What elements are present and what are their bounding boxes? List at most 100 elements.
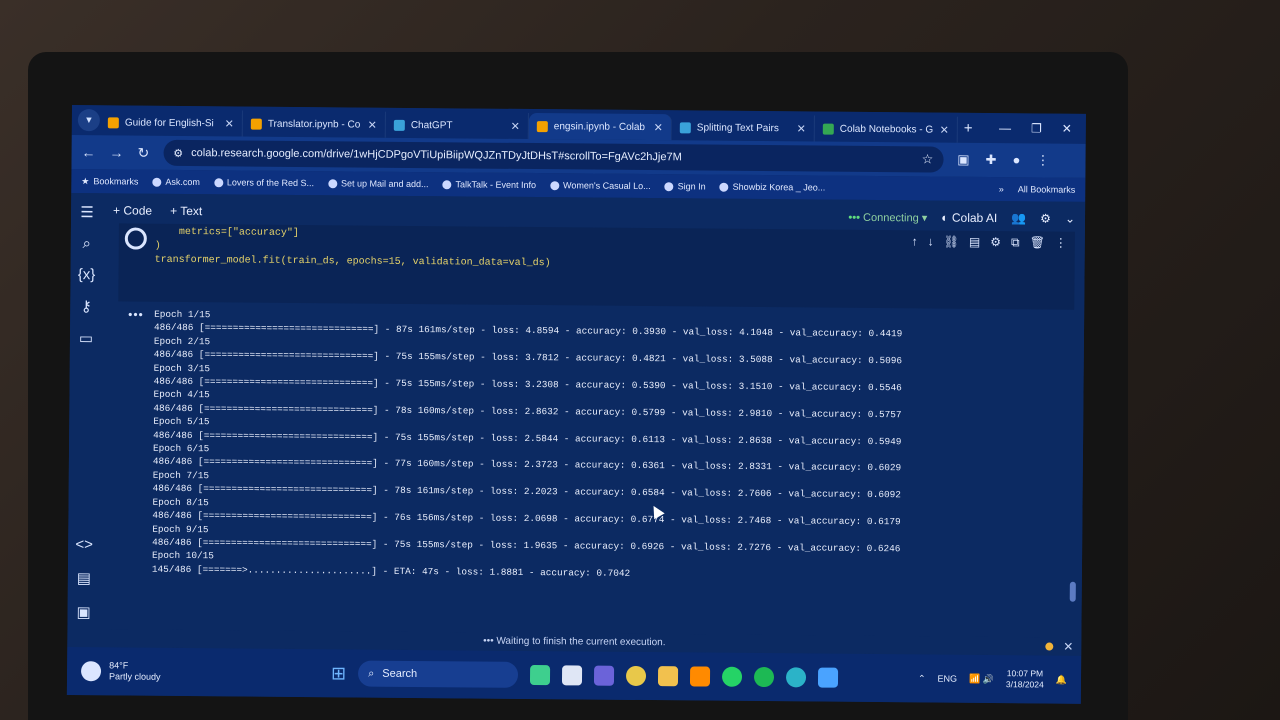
whatsapp-icon[interactable] (722, 666, 743, 687)
comment-icon[interactable]: ▤ (969, 235, 980, 250)
bookmark-item[interactable]: TalkTalk - Event Info (442, 179, 536, 190)
forward-icon[interactable]: → (110, 144, 124, 160)
extension-icon[interactable]: ▣ (957, 152, 969, 168)
tab[interactable]: Translator.ipynb - Co ✕ (242, 110, 386, 138)
terminal-icon[interactable]: ▣ (76, 603, 90, 621)
colab-sidebar: ☰ ⌕ {x} ⚷ ▭ <> ▤ ▣ (67, 193, 103, 629)
bookmark-item[interactable]: Ask.com (152, 177, 200, 187)
all-bookmarks-folder[interactable]: All Bookmarks (1018, 184, 1076, 195)
output-menu-icon[interactable]: ••• (128, 307, 144, 321)
tab-title: Translator.ipynb - Co (267, 118, 361, 131)
colab-ai-label: Colab AI (951, 210, 998, 226)
move-down-icon[interactable]: ↓ (928, 234, 934, 249)
tab[interactable]: Splitting Text Pairs ✕ (671, 114, 815, 142)
colab-ai-button[interactable]: ◐ Colab AI (941, 211, 997, 225)
command-palette-icon[interactable]: ▤ (77, 569, 91, 587)
link-icon[interactable]: ⛓ (944, 235, 959, 250)
tab-close-icon[interactable]: ✕ (797, 122, 806, 135)
search-icon[interactable]: ⌕ (83, 235, 92, 252)
reload-icon[interactable]: ↻ (138, 144, 150, 161)
bookmark-item[interactable]: Sign In (664, 181, 706, 192)
code-editor[interactable]: metrics=["accuracy"]) transformer_model.f… (155, 226, 551, 271)
taskbar-search[interactable]: ⌕ Search (358, 660, 519, 688)
run-cell-button[interactable] (124, 227, 147, 250)
bookmark-item[interactable]: Showbiz Korea _ Jeo... (719, 181, 826, 193)
minimize-icon[interactable]: — (999, 121, 1011, 135)
system-tray: ⌃ ENG 📶 🔊 10:07 PM 3/18/2024 🔔 (918, 667, 1067, 690)
file-explorer-icon[interactable] (658, 666, 679, 687)
tab-close-icon[interactable]: ✕ (654, 121, 663, 134)
bookmark-item[interactable]: Lovers of the Red S... (213, 177, 315, 189)
puzzle-icon[interactable]: ✚ (986, 152, 997, 168)
notifications-bell-icon[interactable]: 🔔 (1056, 674, 1067, 685)
url-input[interactable]: ⚙ colab.research.google.com/drive/1wHjCD… (163, 139, 944, 173)
laptop-screen: ▾ Guide for English-Si ✕ Translator.ipynb… (66, 105, 1086, 704)
wifi-volume-icon[interactable]: 📶 🔊 (969, 673, 994, 684)
tab[interactable]: Colab Notebooks - G ✕ (814, 115, 958, 143)
temperature: 84°F (109, 660, 129, 671)
restore-icon[interactable]: ❐ (1031, 121, 1042, 135)
bookmark-label: Showbiz Korea _ Jeo... (732, 181, 826, 193)
mirror-cell-icon[interactable]: ⧉ (1011, 235, 1020, 250)
language-indicator[interactable]: ENG (937, 674, 957, 684)
task-view-icon[interactable] (562, 665, 583, 686)
weather-widget[interactable]: 84°F Partly cloudy (80, 660, 331, 684)
tab-close-icon[interactable]: ✕ (940, 123, 949, 136)
bookmark-star-icon[interactable]: ☆ (922, 151, 934, 167)
vlc-icon[interactable] (690, 666, 711, 687)
bookmark-item[interactable]: Women's Casual Lo... (550, 180, 651, 191)
tab-favicon-icon (536, 120, 548, 132)
collapse-chevron-icon[interactable]: ⌄ (1065, 212, 1075, 226)
tab[interactable]: Guide for English-Si ✕ (99, 109, 243, 137)
tab-close-icon[interactable]: ✕ (225, 117, 234, 130)
bookmark-label: Lovers of the Red S... (226, 177, 315, 189)
tab-search-button[interactable]: ▾ (77, 109, 100, 132)
close-window-icon[interactable]: ✕ (1062, 122, 1072, 136)
notepad-icon[interactable] (818, 667, 839, 688)
cell-toolbar: ↑ ↓ ⛓ ▤ ⚙ ⧉ 🗑 ⋮ (912, 234, 1067, 250)
menu-icon[interactable]: ⋮ (1036, 152, 1049, 168)
clock[interactable]: 10:07 PM 3/18/2024 (1006, 668, 1044, 690)
more-bookmarks-icon[interactable]: » (999, 184, 1004, 194)
show-hidden-icon[interactable]: ⌃ (918, 673, 926, 684)
edge-icon[interactable] (786, 667, 807, 688)
variables-icon[interactable]: {x} (78, 266, 96, 283)
files-folder-icon[interactable]: ▭ (79, 329, 93, 347)
bookmark-label: Sign In (677, 181, 706, 192)
settings-gear-icon[interactable]: ⚙ (1040, 211, 1051, 225)
tab-favicon-icon (679, 121, 691, 133)
more-options-icon[interactable]: ⋮ (1055, 236, 1067, 251)
secrets-key-icon[interactable]: ⚷ (81, 297, 92, 315)
add-text-button[interactable]: + Text (170, 204, 202, 218)
chrome-icon[interactable] (626, 665, 647, 687)
spotify-icon[interactable] (754, 666, 775, 688)
status-close-icon[interactable]: ✕ (1063, 638, 1073, 656)
move-up-icon[interactable]: ↑ (912, 234, 918, 249)
tab-close-icon[interactable]: ✕ (511, 119, 520, 132)
toc-icon[interactable]: ☰ (80, 203, 94, 221)
scrollbar-thumb[interactable] (1069, 581, 1076, 602)
new-tab-button[interactable]: + (964, 119, 973, 136)
add-code-button[interactable]: + Code (113, 203, 152, 217)
code-cell[interactable]: ↑ ↓ ⛓ ▤ ⚙ ⧉ 🗑 ⋮ metrics=["accuracy"]) tra… (118, 223, 1075, 310)
runtime-status[interactable]: ••• Connecting ▾ (848, 210, 927, 224)
code-snippets-icon[interactable]: <> (75, 536, 93, 553)
windows-start-icon[interactable]: ⊞ (331, 663, 346, 684)
share-users-icon[interactable]: 👥 (1011, 211, 1026, 225)
profile-avatar[interactable]: ● (1012, 152, 1020, 168)
back-icon[interactable]: ← (82, 144, 96, 160)
tab-title: Splitting Text Pairs (696, 121, 779, 134)
tab-active[interactable]: engsin.ipynb - Colab ✕ (528, 112, 672, 141)
tab-close-icon[interactable]: ✕ (368, 118, 377, 131)
teams-icon[interactable] (594, 665, 615, 686)
cell-settings-icon[interactable]: ⚙ (990, 235, 1001, 250)
tab-favicon-icon (822, 123, 834, 135)
bookmark-item[interactable]: ★ Bookmarks (81, 176, 138, 187)
delete-icon[interactable]: 🗑 (1030, 235, 1045, 250)
widgets-app-icon[interactable] (530, 665, 551, 686)
bookmark-item[interactable]: Set up Mail and add... (327, 178, 429, 189)
site-info-icon[interactable]: ⚙ (173, 146, 183, 159)
tab[interactable]: ChatGPT ✕ (385, 111, 529, 139)
bookmark-label: TalkTalk - Event Info (455, 179, 537, 191)
search-icon: ⌕ (368, 667, 375, 680)
